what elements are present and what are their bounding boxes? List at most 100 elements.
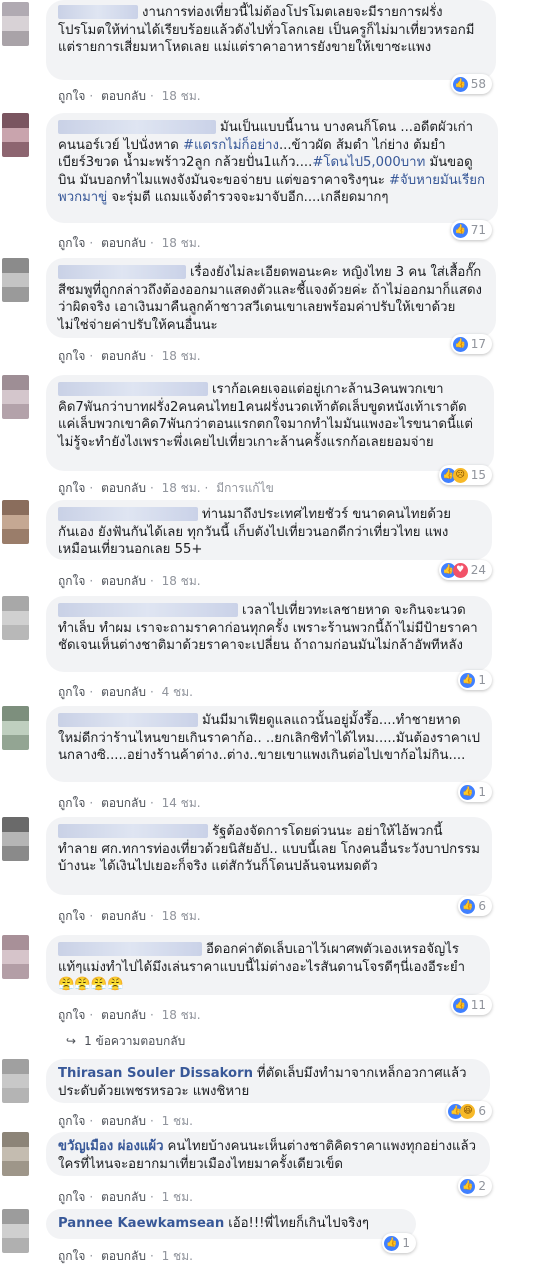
like-icon: 👍: [384, 1235, 400, 1251]
avatar[interactable]: [2, 817, 29, 861]
avatar[interactable]: [2, 2, 29, 46]
commenter-name[interactable]: [58, 713, 198, 727]
avatar[interactable]: [2, 258, 29, 302]
reaction-count[interactable]: 👍 1: [382, 1233, 416, 1253]
comment-actions: ถูกใจ · ตอบกลับ · 14 ชม.: [58, 796, 201, 810]
like-icon: 👍: [452, 76, 468, 92]
reply-link[interactable]: ตอบกลับ: [101, 236, 146, 250]
timestamp[interactable]: 14 ชม.: [162, 796, 201, 810]
comment-bubble: รัฐต้องจัดการโดยด่วนนะ อย่าให้ไอ้พวกนี้ท…: [46, 817, 492, 895]
comment-actions: ถูกใจ · ตอบกลับ · 4 ชม.: [58, 685, 193, 699]
reply-link[interactable]: ตอบกลับ: [101, 796, 146, 810]
timestamp[interactable]: 18 ชม.: [162, 349, 201, 363]
comment-bubble: มันมีมาเฟียดูแลแถวนั้นอยู่มั้งรึ้อ....ทำ…: [46, 706, 492, 782]
reply-link[interactable]: ตอบกลับ: [101, 481, 146, 495]
reaction-count[interactable]: 👍 6: [458, 896, 492, 916]
comment-actions: ถูกใจ · ตอบกลับ · 18 ชม. · มีการแก้ไข: [58, 481, 274, 495]
reaction-count[interactable]: 👍 ☹ 15: [438, 465, 492, 485]
like-icon: 👍: [460, 1178, 476, 1194]
like-link[interactable]: ถูกใจ: [58, 481, 85, 495]
reply-link[interactable]: ตอบกลับ: [101, 349, 146, 363]
avatar[interactable]: [2, 113, 29, 157]
reaction-count[interactable]: 👍 17: [450, 334, 492, 354]
commenter-name[interactable]: [58, 824, 208, 838]
timestamp[interactable]: 1 ชม.: [162, 1190, 193, 1204]
timestamp[interactable]: 18 ชม.: [162, 1008, 201, 1022]
haha-icon: 😆: [460, 1103, 476, 1119]
like-link[interactable]: ถูกใจ: [58, 685, 85, 699]
avatar[interactable]: [2, 596, 29, 640]
comment-actions: ถูกใจ · ตอบกลับ · 18 ชม.: [58, 574, 201, 588]
commenter-name[interactable]: ขวัญเมือง ผ่องแผ้ว: [58, 1139, 164, 1154]
reaction-count[interactable]: 👍 1: [458, 782, 492, 802]
commenter-name[interactable]: Thirasan Souler Dissakorn: [58, 1066, 253, 1081]
timestamp[interactable]: 18 ชม.: [162, 481, 201, 495]
timestamp[interactable]: 18 ชม.: [162, 574, 201, 588]
edited-label[interactable]: มีการแก้ไข: [216, 481, 274, 495]
reply-link[interactable]: ตอบกลับ: [101, 1114, 146, 1128]
sad-icon: ☹: [452, 467, 468, 483]
commenter-name[interactable]: [58, 5, 138, 19]
commenter-name[interactable]: [58, 120, 216, 134]
timestamp[interactable]: 18 ชม.: [162, 909, 201, 923]
like-link[interactable]: ถูกใจ: [58, 89, 85, 103]
comment-bubble: เรื่องยังไม่ละเอียดพอนะคะ หญิงไทย 3 คน ใ…: [46, 258, 496, 338]
like-link[interactable]: ถูกใจ: [58, 236, 85, 250]
like-link[interactable]: ถูกใจ: [58, 909, 85, 923]
comment-bubble: ขวัญเมือง ผ่องแผ้ว คนไทยบ้างคนนะเห็นต่างช…: [46, 1132, 490, 1176]
like-icon: 👍: [452, 222, 468, 238]
reply-link[interactable]: ตอบกลับ: [101, 1249, 146, 1263]
commenter-name[interactable]: [58, 603, 238, 617]
timestamp[interactable]: 4 ชม.: [162, 685, 193, 699]
like-icon: 👍: [452, 336, 468, 352]
reaction-count[interactable]: 👍 1: [458, 670, 492, 690]
timestamp[interactable]: 1 ชม.: [162, 1114, 193, 1128]
reaction-count[interactable]: 👍 58: [450, 74, 492, 94]
view-replies-link[interactable]: ↪ 1 ข้อความตอบกลับ: [66, 1032, 185, 1051]
commenter-name[interactable]: [58, 265, 186, 279]
hashtag-link[interactable]: #แดรกไม่ก็อย่าง: [183, 138, 279, 153]
timestamp[interactable]: 18 ชม.: [162, 89, 201, 103]
like-link[interactable]: ถูกใจ: [58, 349, 85, 363]
reply-link[interactable]: ตอบกลับ: [101, 909, 146, 923]
reaction-count[interactable]: 👍 2: [458, 1176, 492, 1196]
avatar[interactable]: [2, 1209, 29, 1253]
commenter-name[interactable]: [58, 382, 208, 396]
timestamp[interactable]: 1 ชม.: [162, 1249, 193, 1263]
avatar[interactable]: [2, 706, 29, 750]
reply-link[interactable]: ตอบกลับ: [101, 1008, 146, 1022]
reply-link[interactable]: ตอบกลับ: [101, 1190, 146, 1204]
like-link[interactable]: ถูกใจ: [58, 796, 85, 810]
reply-link[interactable]: ตอบกลับ: [101, 685, 146, 699]
comment-actions: ถูกใจ · ตอบกลับ · 18 ชม.: [58, 89, 201, 103]
like-link[interactable]: ถูกใจ: [58, 1249, 85, 1263]
commenter-name[interactable]: Pannee Kaewkamsean: [58, 1216, 224, 1231]
avatar[interactable]: [2, 375, 29, 419]
comment-actions: ถูกใจ · ตอบกลับ · 1 ชม.: [58, 1249, 193, 1263]
like-link[interactable]: ถูกใจ: [58, 574, 85, 588]
commenter-name[interactable]: [58, 942, 202, 956]
avatar[interactable]: [2, 500, 29, 544]
reply-link[interactable]: ตอบกลับ: [101, 89, 146, 103]
reaction-count[interactable]: 👍 😆 6: [446, 1101, 492, 1121]
reaction-count[interactable]: 👍 11: [450, 995, 492, 1015]
avatar[interactable]: [2, 1059, 29, 1103]
reply-link[interactable]: ตอบกลับ: [101, 574, 146, 588]
comment-bubble: อีดอกค่าตัดเล็บเอาไว้เผาศพตัวเองเหรอจัญไ…: [46, 935, 490, 995]
timestamp[interactable]: 18 ชม.: [162, 236, 201, 250]
reaction-count[interactable]: 👍 ♥ 24: [438, 560, 492, 580]
comment-bubble: เวลาไปเที่ยวทะเลชายหาด จะกินจะนวด ทำเล็บ…: [46, 596, 492, 672]
avatar[interactable]: [2, 1132, 29, 1176]
comment-bubble: มันเป็นแบบนี้นาน บางคนก็โดน ...อดีตผัวเก…: [46, 113, 498, 223]
like-link[interactable]: ถูกใจ: [58, 1190, 85, 1204]
like-link[interactable]: ถูกใจ: [58, 1008, 85, 1022]
hashtag-link[interactable]: #โดนไป5,000บาท: [312, 155, 425, 170]
comment-actions: ถูกใจ · ตอบกลับ · 1 ชม.: [58, 1114, 193, 1128]
comment-actions: ถูกใจ · ตอบกลับ · 18 ชม.: [58, 909, 201, 923]
comment-bubble: Pannee Kaewkamsean เอ้อ!!!พี่ไทยก็เกินไปจ…: [46, 1209, 416, 1239]
like-link[interactable]: ถูกใจ: [58, 1114, 85, 1128]
reply-arrow-icon: ↪: [66, 1034, 77, 1048]
reaction-count[interactable]: 👍 71: [450, 220, 492, 240]
commenter-name[interactable]: [58, 507, 198, 521]
avatar[interactable]: [2, 935, 29, 979]
